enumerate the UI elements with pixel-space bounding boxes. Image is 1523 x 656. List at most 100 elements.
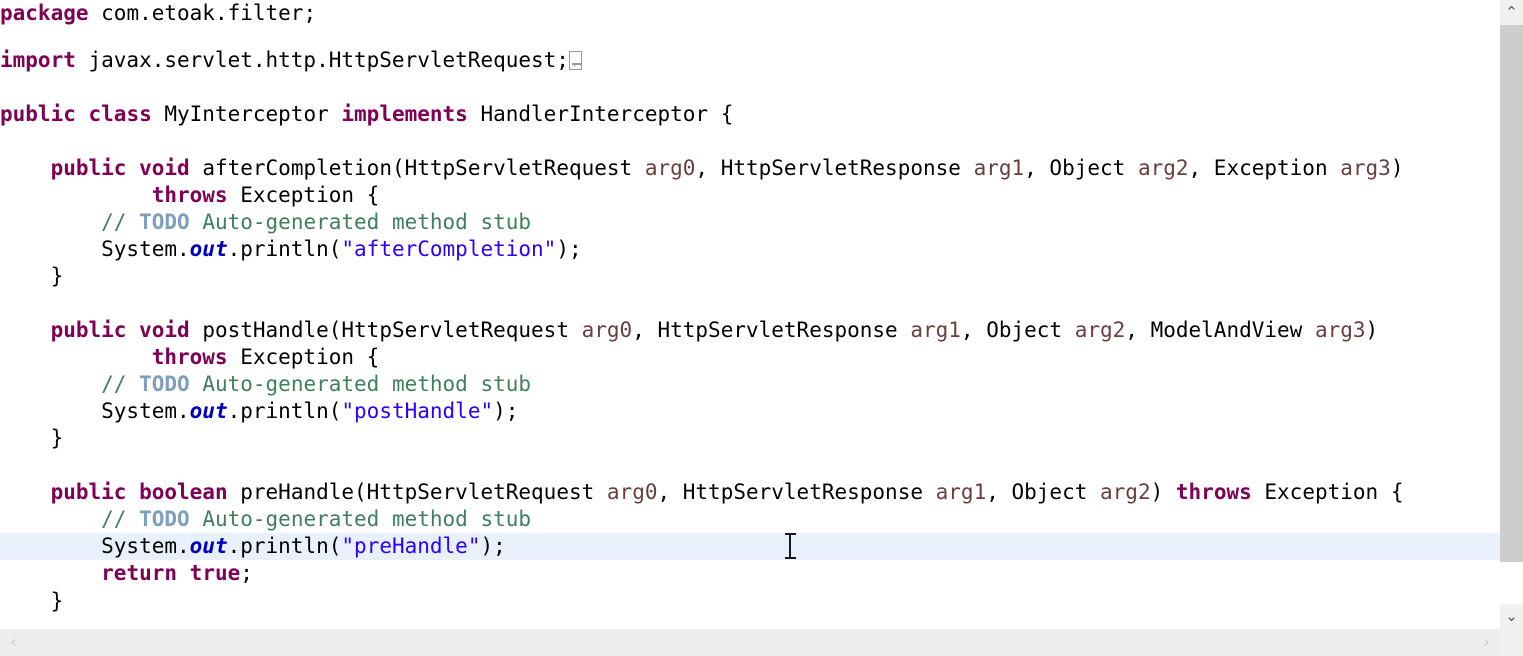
code-line[interactable]: [0, 452, 1500, 479]
code-token-kw: throws: [151, 345, 228, 369]
code-line[interactable]: }: [0, 588, 1500, 615]
code-token-kw: implements: [341, 102, 468, 126]
code-token-cmt: //: [101, 507, 140, 531]
code-token-plain: postHandle(HttpServletRequest: [189, 318, 582, 342]
code-line-highlighted[interactable]: System.out.println("preHandle");: [0, 533, 1500, 560]
code-line[interactable]: System.out.println("postHandle");: [0, 398, 1500, 425]
chevron-right-icon: ›: [1483, 633, 1490, 651]
code-line[interactable]: public void afterCompletion(HttpServletR…: [0, 155, 1500, 182]
code-line[interactable]: throws Exception {: [0, 344, 1500, 371]
code-token-plain: );: [556, 237, 582, 261]
code-token-plain: }: [0, 589, 64, 613]
code-token-param: arg1: [910, 318, 961, 342]
code-token-param: arg2: [1074, 318, 1126, 342]
code-line[interactable]: public void postHandle(HttpServletReques…: [0, 317, 1500, 344]
scroll-up-button[interactable]: ⌃: [1500, 0, 1523, 25]
scroll-down-button[interactable]: ⌄: [1500, 604, 1523, 629]
code-line[interactable]: // TODO Auto-generated method stub: [0, 371, 1500, 398]
code-token-todo: TODO: [139, 210, 190, 234]
code-token-plain: MyInterceptor: [151, 102, 342, 126]
code-token-kw: throws: [151, 183, 228, 207]
code-token-plain: preHandle(HttpServletRequest: [227, 480, 607, 504]
scrollbar-corner: [1500, 629, 1523, 656]
collapsed-imports-marker-icon[interactable]: ..: [568, 51, 584, 70]
code-token-kw: void: [139, 156, 190, 180]
code-token-field: out: [189, 534, 228, 558]
code-token-plain: System.: [0, 399, 190, 423]
chevron-down-icon: ⌄: [1505, 607, 1518, 625]
code-token-param: arg1: [973, 156, 1025, 180]
code-token-plain: ): [1150, 480, 1176, 504]
code-line[interactable]: // TODO Auto-generated method stub: [0, 209, 1500, 236]
code-token-kw: package: [0, 1, 89, 25]
code-line[interactable]: public class MyInterceptor implements Ha…: [0, 101, 1500, 128]
scroll-left-button[interactable]: ‹: [0, 629, 27, 656]
code-token-plain: ): [1390, 156, 1404, 180]
code-token-plain: Exception {: [227, 345, 380, 369]
code-token-kw: public: [50, 156, 127, 180]
code-token-str: "preHandle": [341, 534, 481, 558]
code-token-plain: }: [0, 264, 64, 288]
code-token-plain: afterCompletion(HttpServletRequest: [189, 156, 645, 180]
code-token-plain: , HttpServletResponse: [657, 480, 936, 504]
code-token-kw: true: [189, 561, 241, 585]
code-line[interactable]: [0, 74, 1500, 101]
code-token-plain: , HttpServletResponse: [632, 318, 911, 342]
code-token-kw: public: [0, 102, 76, 126]
code-token-plain: System.: [0, 237, 190, 261]
vertical-scroll-track[interactable]: [1500, 25, 1523, 604]
code-token-cmt: //: [101, 372, 140, 396]
vertical-scrollbar[interactable]: ⌃ ⌄: [1500, 0, 1523, 629]
code-token-kw: import: [0, 48, 76, 72]
code-token-param: arg2: [1137, 156, 1189, 180]
code-line[interactable]: import javax.servlet.http.HttpServletReq…: [0, 47, 1500, 74]
code-token-plain: ;: [240, 561, 253, 585]
code-line[interactable]: System.out.println("afterCompletion");: [0, 236, 1500, 263]
code-token-param: arg0: [606, 480, 658, 504]
code-token-plain: Exception {: [1251, 480, 1404, 504]
code-token-plain: , Exception: [1188, 156, 1341, 180]
code-token-param: arg3: [1340, 156, 1391, 180]
code-line[interactable]: }: [0, 263, 1500, 290]
code-token-kw: class: [88, 102, 152, 126]
code-token-plain: , ModelAndView: [1125, 318, 1315, 342]
code-line[interactable]: throws Exception {: [0, 182, 1500, 209]
code-line[interactable]: [0, 128, 1500, 155]
code-token-plain: Exception {: [227, 183, 380, 207]
code-line[interactable]: }: [0, 425, 1500, 452]
code-token-plain: HandlerInterceptor {: [467, 102, 734, 126]
code-token-todo: TODO: [139, 507, 190, 531]
code-token-kw: throws: [1175, 480, 1252, 504]
code-line[interactable]: public boolean preHandle(HttpServletRequ…: [0, 479, 1500, 506]
code-token-plain: , HttpServletResponse: [695, 156, 974, 180]
code-token-param: arg2: [1100, 480, 1151, 504]
code-line[interactable]: package com.etoak.filter;: [0, 0, 1500, 27]
code-token-todo: TODO: [139, 372, 190, 396]
code-token-plain: System.: [0, 534, 190, 558]
code-token-param: arg1: [935, 480, 987, 504]
code-token-field: out: [189, 237, 228, 261]
code-token-kw: boolean: [139, 480, 228, 504]
code-text-area[interactable]: package com.etoak.filter; import javax.se…: [0, 0, 1500, 629]
code-token-plain: , Object: [1024, 156, 1138, 180]
code-token-cmt: Auto-generated method stub: [189, 372, 532, 396]
code-token-plain: .println(: [227, 237, 342, 261]
code-line[interactable]: [0, 290, 1500, 317]
code-line[interactable]: return true;: [0, 560, 1500, 587]
scroll-right-button[interactable]: ›: [1473, 629, 1500, 656]
code-editor-window: package com.etoak.filter; import javax.se…: [0, 0, 1523, 656]
horizontal-scrollbar[interactable]: ‹ ›: [0, 629, 1523, 656]
code-token-str: "postHandle": [341, 399, 494, 423]
vertical-scroll-thumb[interactable]: [1500, 25, 1523, 562]
code-token-plain: .println(: [227, 534, 342, 558]
code-token-plain: javax.servlet.http.HttpServletRequest;: [75, 48, 569, 72]
code-token-plain: );: [480, 534, 506, 558]
code-line[interactable]: // TODO Auto-generated method stub: [0, 506, 1500, 533]
